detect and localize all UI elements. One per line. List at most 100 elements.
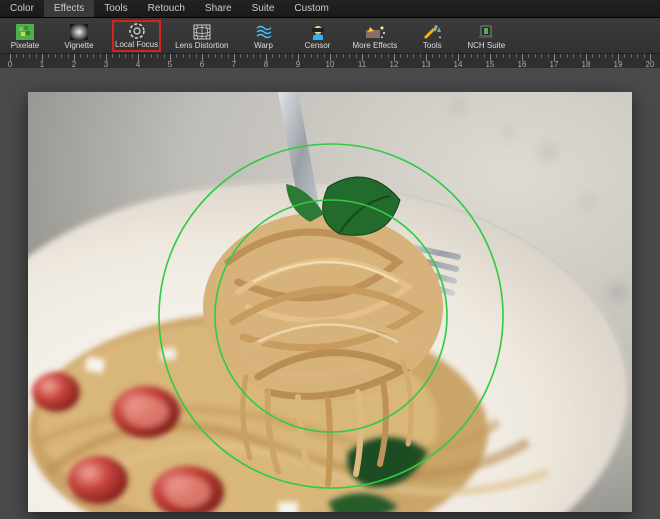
ruler-tick-minor — [413, 54, 414, 58]
ruler-tick-minor — [503, 54, 504, 58]
ruler-tick-minor — [400, 54, 401, 58]
tool-label: Pixelate — [11, 42, 39, 51]
ruler-tick-minor — [279, 54, 280, 58]
menu-item-custom[interactable]: Custom — [284, 0, 338, 17]
more-effects-button[interactable]: More Effects — [351, 22, 400, 52]
photo-canvas[interactable] — [28, 92, 632, 512]
ruler-tick-minor — [48, 54, 49, 58]
tool-label: More Effects — [353, 42, 398, 51]
ruler-tick-minor — [516, 54, 517, 58]
ruler-tick-minor — [36, 54, 37, 58]
ruler-tick-minor — [125, 54, 126, 58]
lens-distortion-icon — [191, 23, 213, 41]
tool-label: Tools — [423, 42, 442, 51]
ruler-tick-minor — [68, 54, 69, 58]
menu-item-share[interactable]: Share — [195, 0, 242, 17]
canvas-area — [0, 68, 660, 519]
ruler-tick-minor — [343, 54, 344, 58]
ruler-tick-minor — [29, 54, 30, 58]
ruler-tick-minor — [368, 54, 369, 58]
local-focus-button[interactable]: Local Focus — [112, 20, 161, 52]
ruler-tick-minor — [157, 54, 158, 58]
ruler-tick-minor — [247, 54, 248, 58]
menu-item-suite[interactable]: Suite — [242, 0, 285, 17]
tool-label: Vignette — [64, 42, 93, 51]
ruler-tick-minor — [624, 54, 625, 58]
menu-item-retouch[interactable]: Retouch — [138, 0, 195, 17]
ruler-tick-minor — [644, 54, 645, 58]
ruler-tick-minor — [119, 54, 120, 58]
ruler-tick-minor — [548, 54, 549, 58]
menu-label: Retouch — [148, 3, 185, 14]
lens-distortion-button[interactable]: Lens Distortion — [173, 22, 230, 52]
ruler-tick-minor — [599, 54, 600, 58]
ruler-tick-minor — [324, 54, 325, 58]
local-focus-icon — [126, 22, 148, 40]
menu-label: Custom — [294, 3, 328, 14]
ruler-tick-minor — [100, 54, 101, 58]
ruler-tick-minor — [375, 54, 376, 58]
ruler-tick-minor — [356, 54, 357, 58]
menu-item-color[interactable]: Color — [0, 0, 44, 17]
ruler-tick-minor — [509, 54, 510, 58]
ruler-tick-minor — [189, 54, 190, 58]
ruler-tick-minor — [164, 54, 165, 58]
menu-label: Tools — [104, 3, 127, 14]
menu-label: Color — [10, 3, 34, 14]
ruler-tick-minor — [228, 54, 229, 58]
menu-label: Effects — [54, 3, 84, 14]
ruler-tick-minor — [432, 54, 433, 58]
ruler-tick-minor — [484, 54, 485, 58]
ruler-tick-minor — [573, 54, 574, 58]
toolbar-effects: Pixelate Vignette Local Focus Lens Disto… — [0, 18, 660, 54]
warp-button[interactable]: Warp — [243, 22, 285, 52]
ruler-tick-minor — [560, 54, 561, 58]
ruler-tick-minor — [381, 54, 382, 58]
ruler-tick-minor — [23, 54, 24, 58]
ruler-tick-minor — [535, 54, 536, 58]
ruler-tick-minor — [55, 54, 56, 58]
tool-label: NCH Suite — [467, 42, 505, 51]
tool-label: Lens Distortion — [175, 42, 228, 51]
ruler-tick-minor — [445, 54, 446, 58]
ruler-tick-minor — [93, 54, 94, 58]
ruler-tick-minor — [176, 54, 177, 58]
ruler-tick-minor — [80, 54, 81, 58]
menu-item-effects[interactable]: Effects — [44, 0, 94, 17]
ruler-tick-minor — [215, 54, 216, 58]
ruler-tick-minor — [272, 54, 273, 58]
ruler-tick-minor — [420, 54, 421, 58]
vignette-button[interactable]: Vignette — [58, 22, 100, 52]
nch-suite-icon — [475, 23, 497, 41]
tools-icon — [421, 23, 443, 41]
warp-icon — [253, 23, 275, 41]
ruler-tick-minor — [464, 54, 465, 58]
tool-label: Local Focus — [115, 41, 158, 50]
ruler-tick-minor — [336, 54, 337, 58]
censor-button[interactable]: Censor — [297, 22, 339, 52]
ruler-tick-minor — [240, 54, 241, 58]
ruler-tick-minor — [292, 54, 293, 58]
ruler-tick-minor — [471, 54, 472, 58]
tools-button[interactable]: Tools — [411, 22, 453, 52]
menu-item-tools[interactable]: Tools — [94, 0, 137, 17]
ruler-tick-minor — [260, 54, 261, 58]
menu-label: Suite — [252, 3, 275, 14]
ruler-tick-minor — [196, 54, 197, 58]
ruler-tick-minor — [567, 54, 568, 58]
ruler-tick-minor — [183, 54, 184, 58]
ruler-tick-minor — [132, 54, 133, 58]
vignette-icon — [68, 23, 90, 41]
ruler-tick-minor — [407, 54, 408, 58]
nch-suite-button[interactable]: NCH Suite — [465, 22, 507, 52]
ruler-tick-minor — [349, 54, 350, 58]
ruler-tick-minor — [304, 54, 305, 58]
ruler-tick-minor — [452, 54, 453, 58]
ruler-tick-minor — [311, 54, 312, 58]
ruler-tick-minor — [151, 54, 152, 58]
ruler-tick-minor — [285, 54, 286, 58]
ruler-tick-minor — [221, 54, 222, 58]
ruler-tick-minor — [637, 54, 638, 58]
pixelate-button[interactable]: Pixelate — [4, 22, 46, 52]
ruler-tick-minor — [61, 54, 62, 58]
